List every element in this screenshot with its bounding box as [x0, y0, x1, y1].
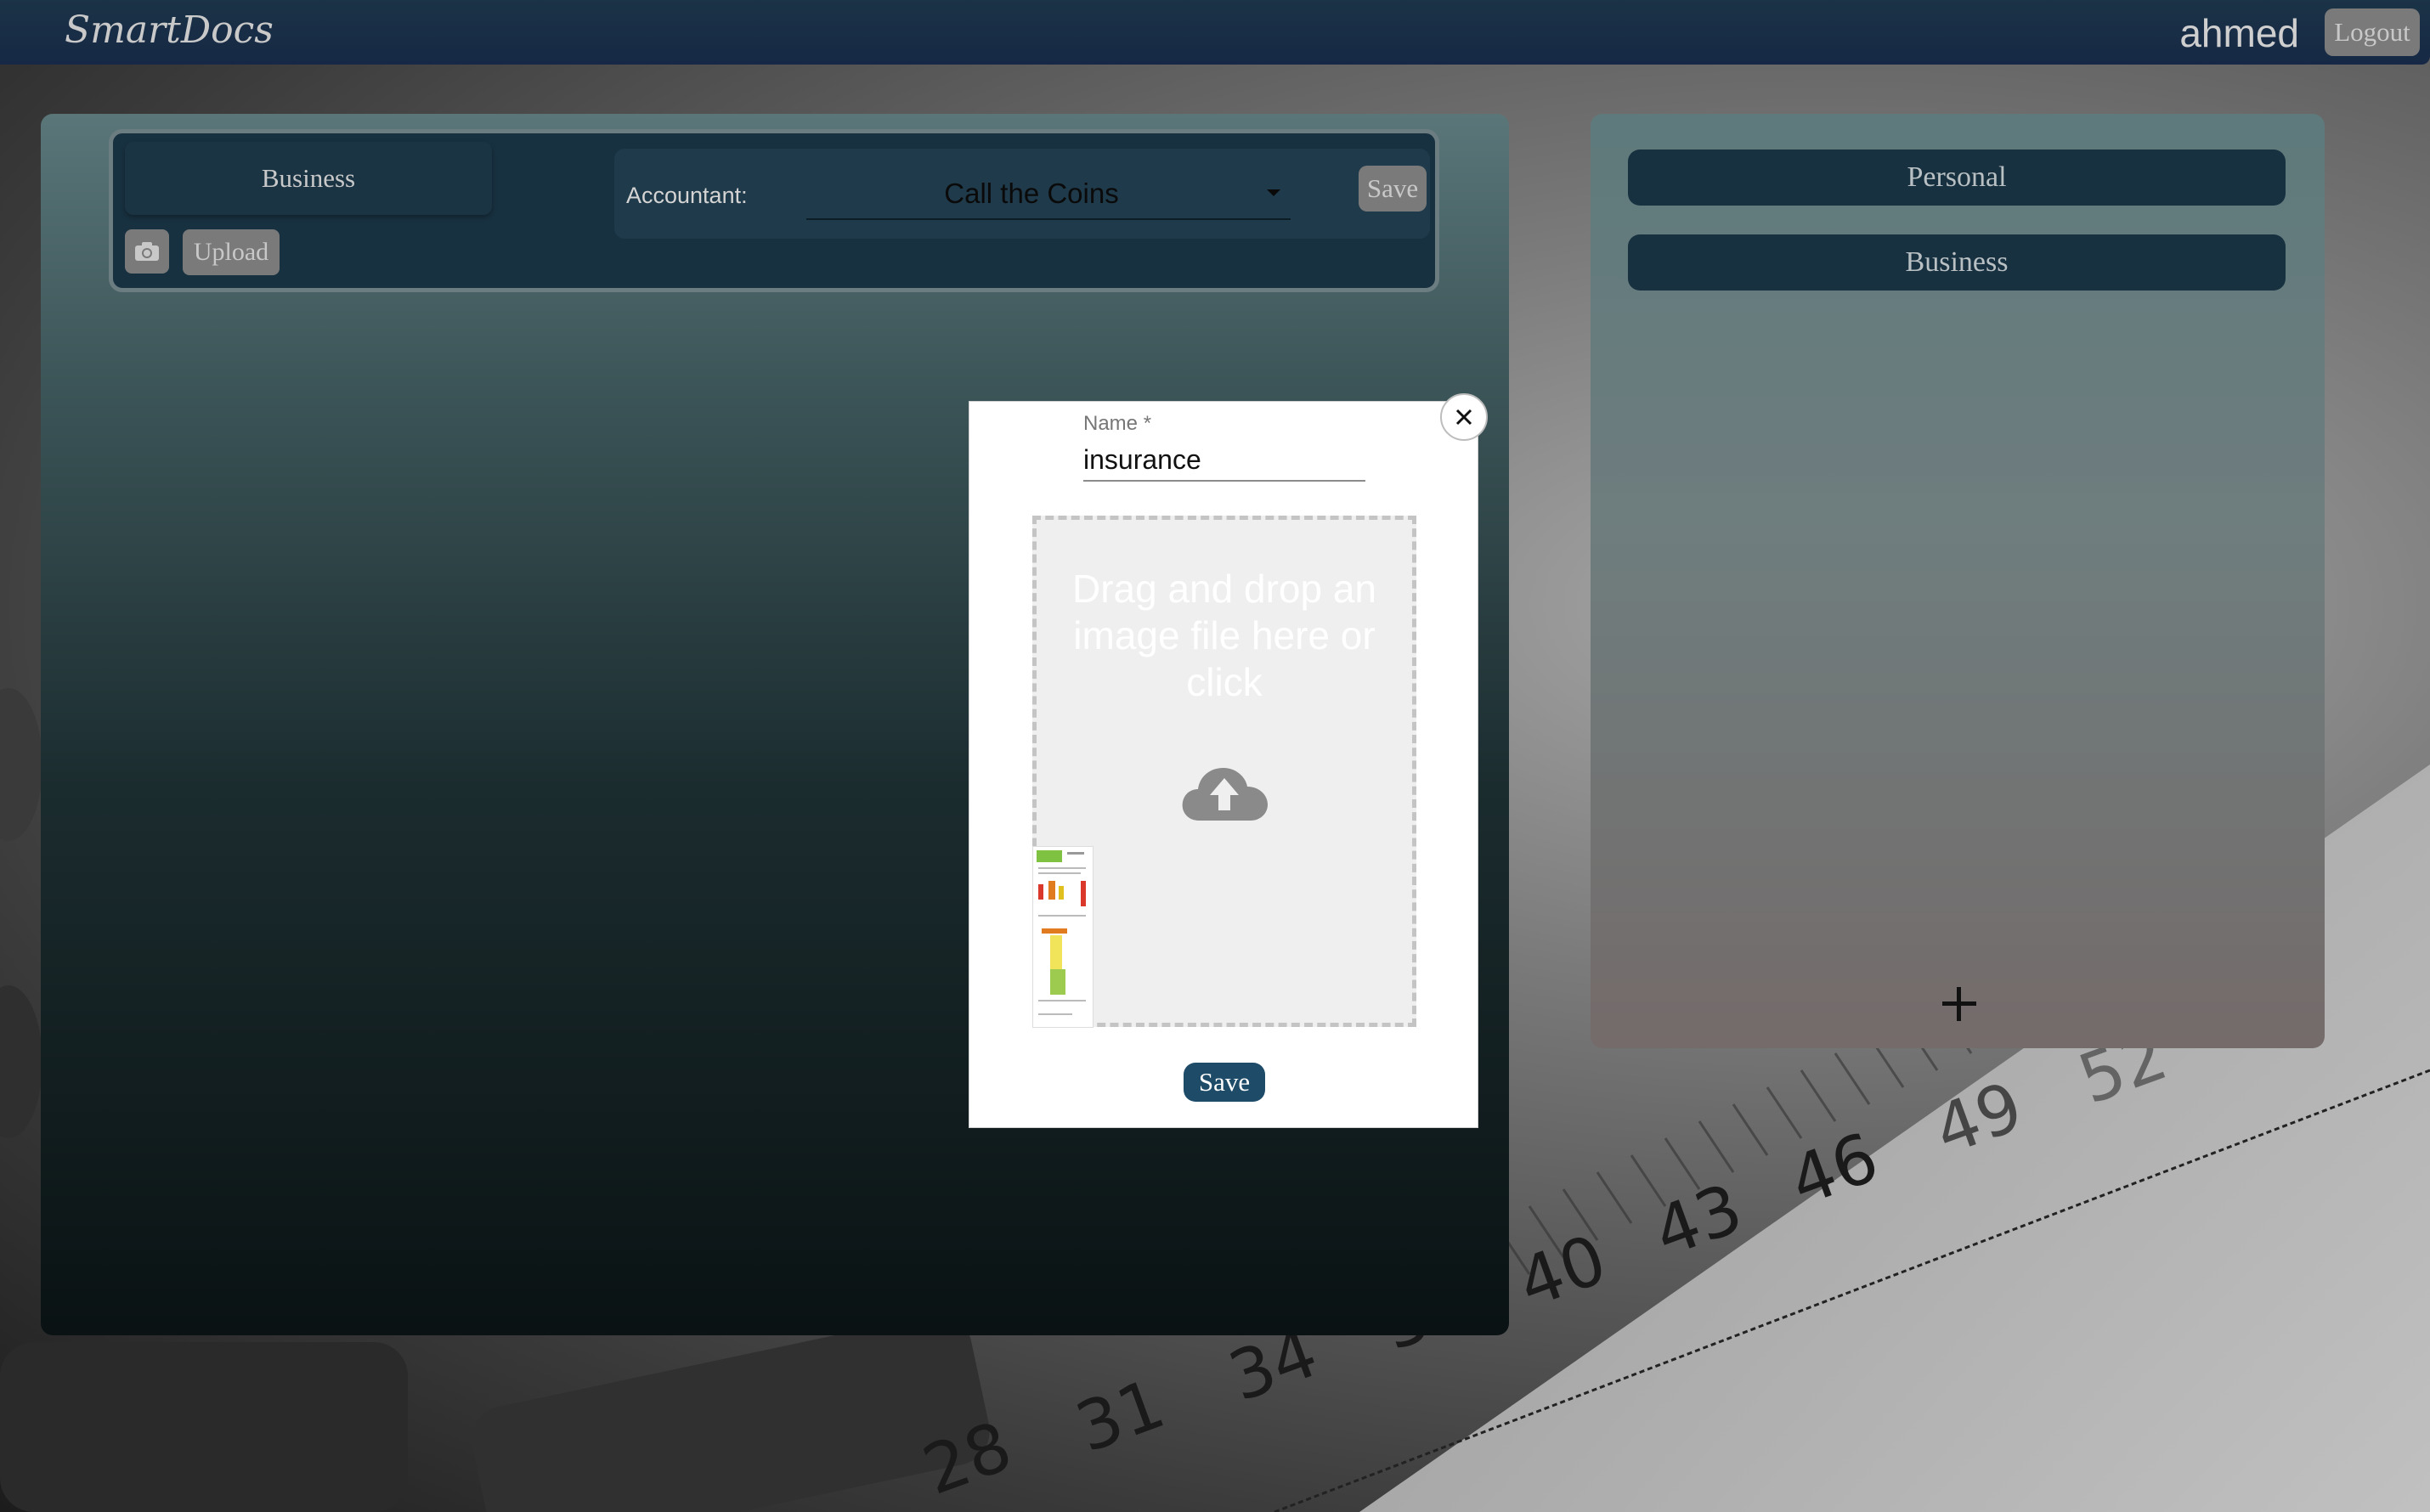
cloud-upload-icon	[1182, 768, 1268, 821]
category-item-business[interactable]: Business	[1628, 234, 2286, 291]
close-icon	[1455, 409, 1472, 426]
accountant-label: Accountant:	[626, 183, 748, 208]
camera-button[interactable]	[125, 229, 169, 274]
active-category-tab[interactable]: Business	[125, 142, 492, 215]
bg-number: 31	[1066, 1364, 1174, 1468]
top-navbar: SmartDocs ahmed Logout	[0, 0, 2430, 65]
username: ahmed	[2179, 11, 2299, 55]
add-category-button[interactable]	[1939, 984, 1980, 1024]
accountant-selector-box: Accountant: Call the Coins Save	[614, 149, 1430, 239]
logout-button[interactable]: Logout	[2325, 8, 2420, 56]
name-field-label: Name *	[1083, 412, 1152, 435]
upload-button[interactable]: Upload	[183, 229, 280, 275]
accountant-selected-value: Call the Coins	[944, 178, 1119, 209]
dropzone-text: Drag and drop an image file here or clic…	[1071, 567, 1377, 704]
brand-logo[interactable]: SmartDocs	[65, 8, 274, 52]
add-document-modal: Name * Drag and drop an image file here …	[969, 393, 1488, 1128]
name-input[interactable]	[1083, 439, 1365, 482]
close-button[interactable]	[1440, 393, 1488, 441]
accountant-select[interactable]: Call the Coins	[806, 162, 1291, 220]
image-dropzone[interactable]: Drag and drop an image file here or clic…	[1032, 516, 1416, 1028]
category-sidebar: Personal Business	[1591, 114, 2325, 1048]
modal-save-button[interactable]: Save	[1184, 1063, 1265, 1102]
category-toolbar: Business Upload Accountant: Call the Coi…	[109, 129, 1439, 292]
bg-number: 40	[1508, 1220, 1616, 1323]
chevron-down-icon	[1267, 189, 1280, 196]
accountant-save-button[interactable]: Save	[1359, 166, 1427, 212]
receipt-thumbnail-image	[1037, 850, 1086, 1015]
camera-icon	[135, 242, 159, 261]
document-thumbnail[interactable]	[1032, 846, 1094, 1028]
category-item-personal[interactable]: Personal	[1628, 150, 2286, 206]
plus-icon	[1942, 987, 1976, 1021]
